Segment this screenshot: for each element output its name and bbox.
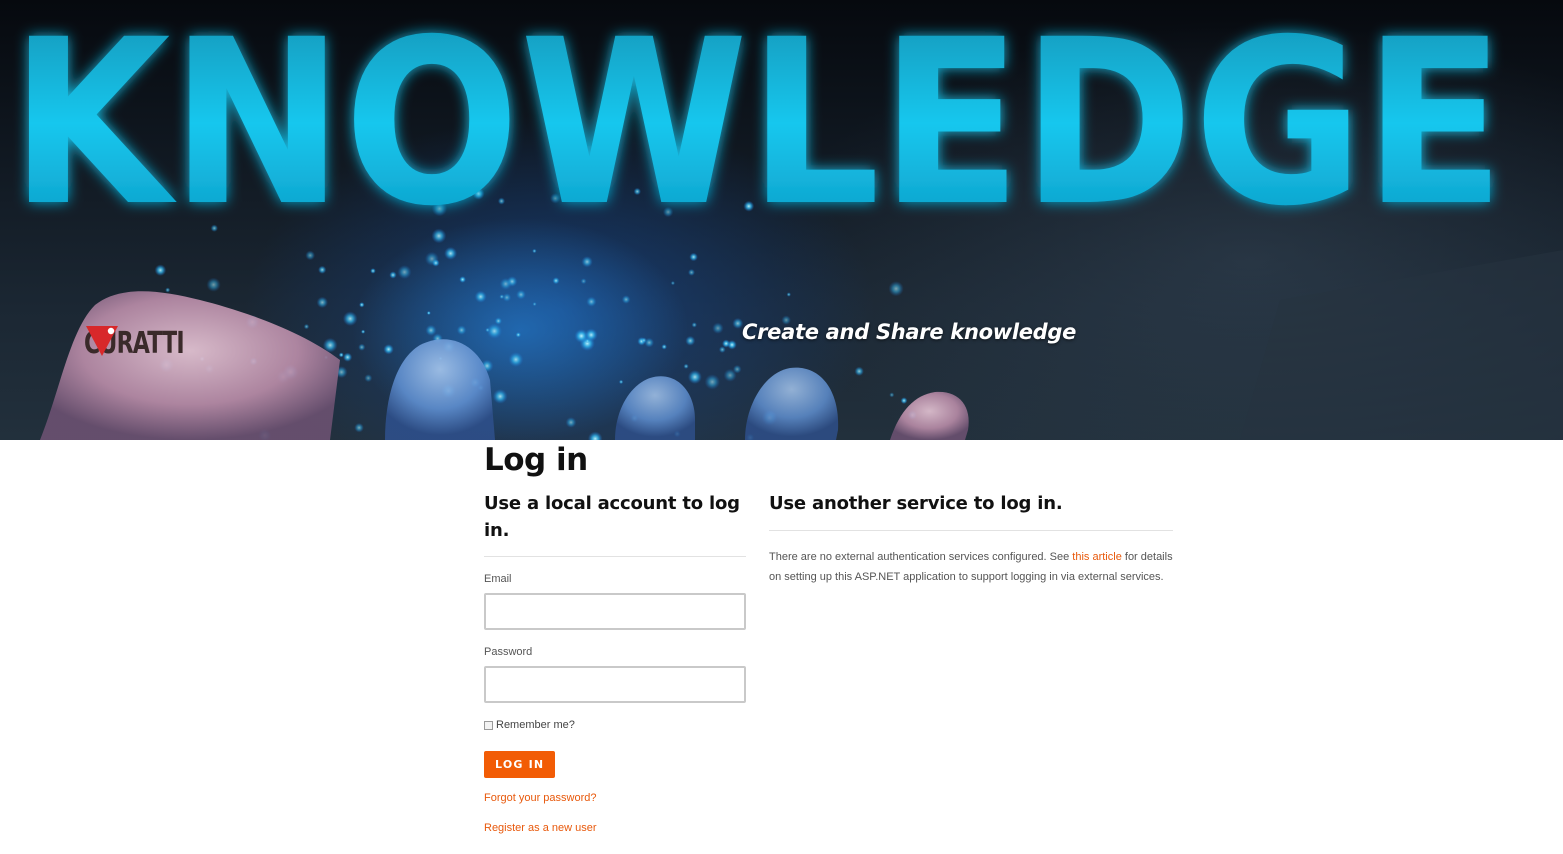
particle (712, 322, 724, 334)
particle (889, 392, 895, 398)
particle (305, 250, 316, 261)
divider (484, 556, 746, 557)
particle (618, 379, 624, 385)
register-link[interactable]: Register as a new user (484, 822, 746, 834)
brand-triangle-icon (86, 326, 118, 356)
external-login-info: There are no external authentication ser… (769, 547, 1173, 587)
particle (691, 322, 697, 328)
particle (584, 328, 598, 342)
hero-headline-text: KNOWLEDGE (10, 0, 1505, 240)
particle (565, 417, 577, 428)
particle (532, 248, 537, 254)
brand-logo: CURATTI (84, 322, 206, 364)
hero-banner: KNOWLEDGE CURATTI Create and Share knowl… (0, 0, 1563, 440)
particle (854, 366, 864, 376)
divider (769, 530, 1173, 531)
particle (425, 324, 437, 336)
particle (165, 287, 171, 293)
particle (586, 296, 597, 307)
particle (688, 268, 695, 276)
particle (722, 339, 731, 348)
particle (685, 335, 696, 346)
particle (370, 268, 376, 274)
page-title: Log in (484, 442, 588, 478)
password-label: Password (484, 646, 533, 658)
external-login-heading: Use another service to log in. (769, 493, 1063, 514)
particle (689, 252, 698, 262)
particle (342, 311, 358, 327)
particle (486, 323, 503, 339)
particle (318, 265, 327, 274)
particle (397, 265, 412, 280)
login-button[interactable]: LOG IN (484, 751, 556, 778)
particle (456, 325, 467, 335)
particle (581, 256, 593, 268)
particle (732, 364, 742, 374)
particle (499, 277, 512, 290)
particle (888, 281, 904, 297)
particle (515, 332, 522, 338)
particle (641, 337, 647, 344)
particle (670, 281, 676, 286)
hero-headline: KNOWLEDGE (10, 0, 1505, 240)
info-text-before: There are no external authentication ser… (769, 551, 1073, 563)
particle (508, 352, 524, 367)
particle (426, 311, 431, 315)
particle (343, 352, 353, 362)
particle (580, 278, 587, 285)
particle (683, 363, 689, 369)
remember-me-row: Remember me? (484, 719, 746, 731)
particle (900, 397, 908, 404)
remember-me-checkbox[interactable] (484, 720, 493, 730)
particle (206, 277, 221, 292)
particle (516, 289, 526, 300)
external-login-section: Use another service to log in. There are… (769, 490, 1173, 587)
particle (303, 323, 310, 330)
particle (424, 251, 439, 266)
this-article-link[interactable]: this article (1072, 551, 1122, 563)
particle (459, 276, 466, 283)
email-field[interactable] (484, 593, 746, 630)
local-login-section: Use a local account to log in. Email Pas… (484, 490, 746, 834)
particle (364, 374, 373, 383)
particle (316, 296, 328, 309)
particle (154, 264, 167, 277)
password-field[interactable] (484, 666, 746, 703)
particle (358, 343, 366, 351)
particle (354, 422, 364, 433)
particle (704, 374, 720, 390)
particle (389, 271, 397, 279)
particle (492, 389, 508, 404)
particle (532, 302, 537, 307)
particle (444, 246, 458, 260)
particle (687, 370, 702, 384)
particle (383, 344, 394, 355)
hero-tagline: Create and Share knowledge (742, 320, 1077, 344)
particle (552, 277, 560, 285)
particle (786, 292, 791, 297)
particle (499, 294, 505, 300)
email-label: Email (484, 573, 512, 585)
particle (359, 302, 365, 308)
particle (661, 344, 667, 350)
remember-me-label[interactable]: Remember me? (496, 719, 575, 731)
particle (621, 295, 631, 304)
particle (474, 290, 487, 303)
local-login-heading: Use a local account to log in. (484, 493, 740, 541)
forgot-password-link[interactable]: Forgot your password? (484, 792, 746, 804)
particle (587, 431, 603, 440)
particle (361, 329, 366, 334)
